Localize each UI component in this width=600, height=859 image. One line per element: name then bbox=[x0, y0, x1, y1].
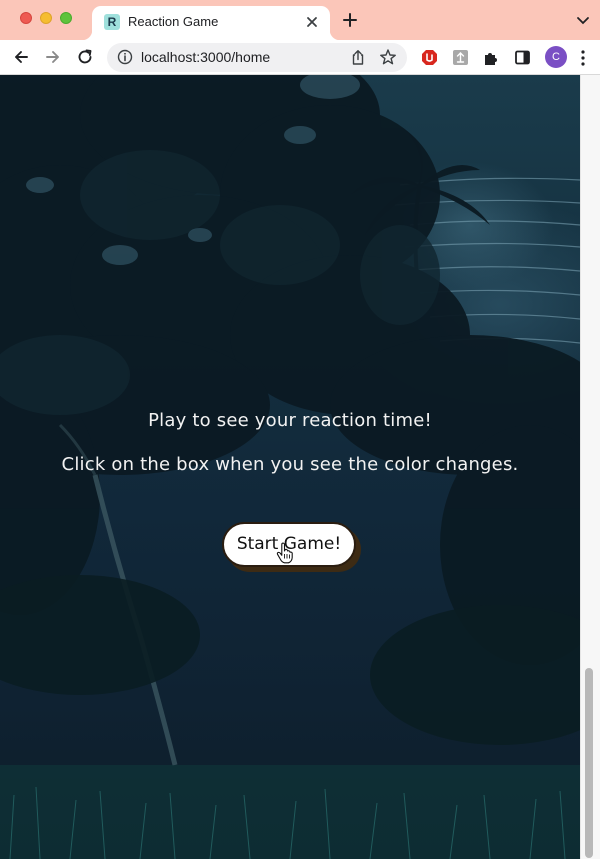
tagline-reaction-time: Play to see your reaction time! bbox=[148, 410, 432, 431]
favicon: R bbox=[104, 14, 120, 30]
browser-tab-active[interactable]: R Reaction Game bbox=[82, 6, 340, 40]
share-icon[interactable] bbox=[350, 49, 366, 66]
chevron-down-icon[interactable] bbox=[576, 14, 590, 26]
tagline-instructions: Click on the box when you see the color … bbox=[61, 454, 519, 475]
hand-cursor-icon bbox=[276, 542, 293, 564]
forward-icon[interactable] bbox=[44, 48, 62, 66]
extension-red-icon[interactable] bbox=[421, 49, 438, 66]
tab-title: Reaction Game bbox=[128, 14, 219, 29]
browser-toolbar: localhost:3000/home C bbox=[0, 40, 600, 75]
close-window-button[interactable] bbox=[20, 12, 32, 24]
new-tab-icon[interactable] bbox=[342, 12, 358, 28]
more-icon[interactable] bbox=[580, 49, 586, 67]
page-scrollbar-thumb[interactable] bbox=[585, 668, 593, 858]
address-bar[interactable]: localhost:3000/home bbox=[107, 43, 407, 72]
star-icon[interactable] bbox=[379, 48, 397, 66]
extension-gray-icon[interactable] bbox=[452, 49, 469, 66]
reload-icon[interactable] bbox=[76, 48, 94, 66]
sidepanel-icon[interactable] bbox=[514, 49, 531, 66]
puzzle-icon[interactable] bbox=[483, 49, 500, 66]
profile-avatar[interactable]: C bbox=[545, 46, 567, 68]
info-icon[interactable] bbox=[117, 49, 133, 65]
back-icon[interactable] bbox=[12, 48, 30, 66]
minimize-window-button[interactable] bbox=[40, 12, 52, 24]
maximize-window-button[interactable] bbox=[60, 12, 72, 24]
url-text[interactable]: localhost:3000/home bbox=[141, 49, 270, 65]
page-viewport: Play to see your reaction time! Click on… bbox=[0, 75, 580, 859]
close-tab-icon[interactable] bbox=[304, 14, 320, 30]
browser-tabbar: R Reaction Game bbox=[0, 0, 600, 40]
